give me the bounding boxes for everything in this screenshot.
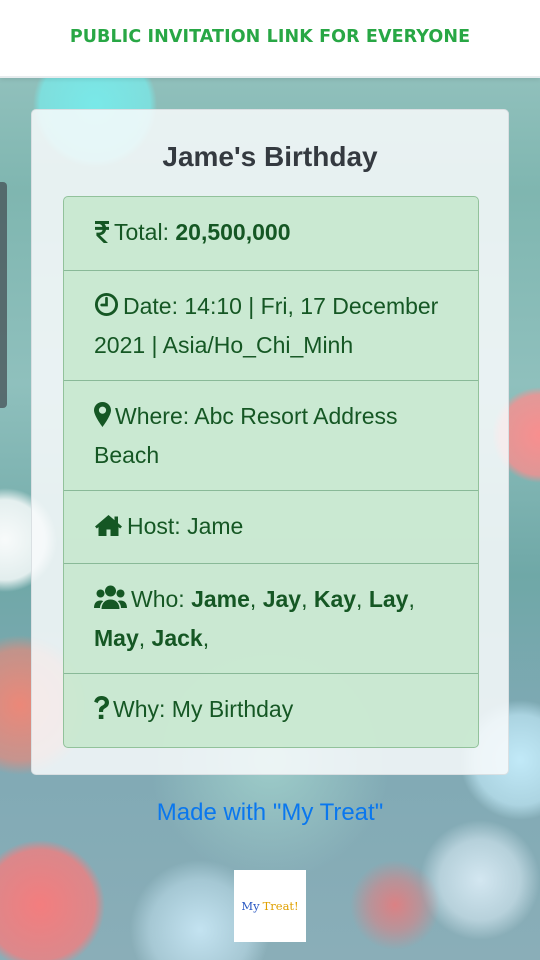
- guest-name: Kay: [313, 586, 357, 612]
- host-row: Host: Jame: [64, 490, 478, 563]
- home-icon: [94, 511, 123, 547]
- made-with-link[interactable]: Made with "My Treat": [0, 799, 540, 827]
- where-row: Where: Abc Resort Address Beach: [64, 380, 478, 490]
- side-drawer-handle[interactable]: [0, 182, 7, 408]
- host-text: Host: Jame: [127, 513, 244, 539]
- question-icon: [94, 694, 109, 730]
- my-treat-logo[interactable]: My Treat!: [234, 870, 306, 942]
- guest-name: Jame: [191, 586, 250, 612]
- guest-name: Jack: [151, 625, 203, 651]
- guest-name: Lay: [368, 586, 409, 612]
- total-row: Total: 20,500,000: [64, 197, 478, 270]
- guest-name: May: [94, 625, 139, 651]
- map-marker-icon: [94, 401, 111, 437]
- date-text: Date: 14:10 | Fri, 17 December 2021 | As…: [94, 293, 439, 358]
- invitation-card: Jame's Birthday Total: 20,500,000 Date: …: [31, 109, 509, 775]
- who-row: Who: Jame, Jay, Kay, Lay, May, Jack,: [64, 563, 478, 673]
- rupee-icon: [94, 217, 110, 253]
- guest-name: Jay: [262, 586, 302, 612]
- total-value: 20,500,000: [175, 219, 291, 245]
- page-title: PUBLIC INVITATION LINK FOR EVERYONE: [69, 26, 471, 47]
- top-bar: PUBLIC INVITATION LINK FOR EVERYONE: [0, 0, 540, 78]
- why-text: Why: My Birthday: [113, 696, 294, 722]
- logo-treat-text: Treat!: [262, 899, 299, 913]
- event-details-list: Total: 20,500,000 Date: 14:10 | Fri, 17 …: [63, 196, 479, 748]
- why-row: Why: My Birthday: [64, 673, 478, 747]
- clock-icon: [94, 291, 119, 327]
- date-row: Date: 14:10 | Fri, 17 December 2021 | As…: [64, 270, 478, 380]
- event-title: Jame's Birthday: [162, 141, 378, 172]
- total-label: Total:: [114, 219, 176, 245]
- logo-my-text: My: [241, 899, 260, 913]
- users-icon: [94, 584, 127, 620]
- where-text: Where: Abc Resort Address Beach: [94, 403, 398, 468]
- who-label: Who:: [131, 586, 192, 612]
